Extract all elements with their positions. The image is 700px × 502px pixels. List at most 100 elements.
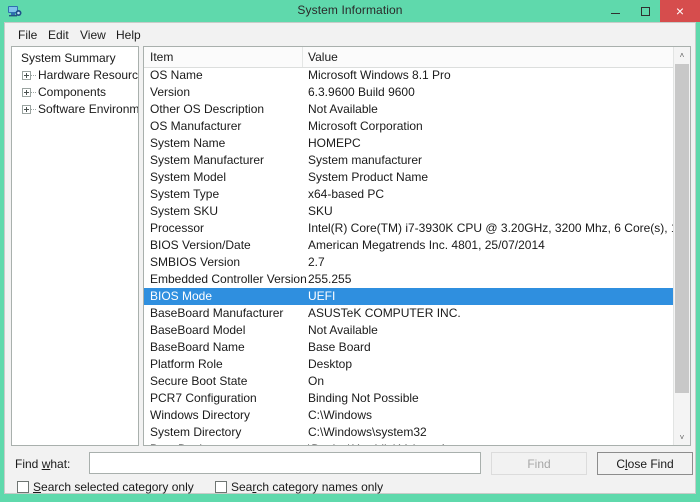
cell-item: OS Name <box>150 68 203 82</box>
table-row[interactable]: BIOS Mode UEFI <box>144 288 674 305</box>
cell-item: OS Manufacturer <box>150 119 242 133</box>
cell-item: Platform Role <box>150 357 223 371</box>
table-row[interactable]: System SKU SKU <box>144 203 674 220</box>
table-row[interactable]: Windows Directory C:\Windows <box>144 407 674 424</box>
tree-item-components[interactable]: Components <box>12 84 138 101</box>
table-row[interactable]: OS Name Microsoft Windows 8.1 Pro <box>144 67 674 84</box>
close-button[interactable]: × <box>660 0 700 22</box>
table-row[interactable]: OS Manufacturer Microsoft Corporation <box>144 118 674 135</box>
close-find-button[interactable]: Cl ose Find <box>597 452 693 475</box>
cell-item: System Manufacturer <box>150 153 265 167</box>
tree-item-label: System Summary <box>21 51 116 65</box>
checkbox-search-category-names[interactable] <box>215 481 227 493</box>
cell-value: C:\Windows <box>308 408 373 422</box>
cell-value: System manufacturer <box>308 153 423 167</box>
table-row[interactable]: Embedded Controller Version 255.255 <box>144 271 674 288</box>
find-what-label: Find what: <box>15 457 71 471</box>
details-list[interactable]: Item Value OS Name Microsoft Windows 8.1 … <box>143 46 691 446</box>
column-header-value[interactable]: Value <box>308 50 338 64</box>
cell-item: Version <box>150 85 191 99</box>
tree-item-system-summary[interactable]: System Summary <box>12 50 138 67</box>
expand-plus-icon[interactable] <box>22 88 31 97</box>
tree-item-hardware-resources[interactable]: Hardware Resources <box>12 67 138 84</box>
find-input[interactable] <box>89 452 481 474</box>
cell-item: PCR7 Configuration <box>150 391 257 405</box>
tree-connector <box>31 109 36 111</box>
cell-item: BIOS Mode <box>150 289 213 303</box>
cell-item: System Model <box>150 170 227 184</box>
cell-value: 255.255 <box>308 272 352 286</box>
cell-value: Not Available <box>308 102 378 116</box>
menu-item-edit[interactable]: Edit <box>43 27 74 43</box>
cell-value: \Device\HarddiskVolume4 <box>308 441 445 445</box>
table-row[interactable]: System Manufacturer System manufacturer <box>144 152 674 169</box>
cell-value: 2.7 <box>308 255 325 269</box>
column-header-item[interactable]: Item <box>150 50 173 64</box>
table-row[interactable]: BaseBoard Manufacturer ASUSTeK COMPUTER I… <box>144 305 674 322</box>
cell-value: Base Board <box>308 340 371 354</box>
cell-value: Microsoft Corporation <box>308 119 423 133</box>
expand-plus-icon[interactable] <box>22 105 31 114</box>
maximize-icon <box>640 6 650 16</box>
cell-value: Intel(R) Core(TM) i7-3930K CPU @ 3.20GHz… <box>308 221 690 235</box>
cell-item: Secure Boot State <box>150 374 248 388</box>
cell-item: Processor <box>150 221 205 235</box>
cell-value: x64-based PC <box>308 187 385 201</box>
scroll-down-arrow-icon[interactable]: ˅ <box>674 429 690 445</box>
tree-item-label: Components <box>38 85 107 99</box>
tree-item-label: Hardware Resources <box>38 68 139 82</box>
list-header: Item Value <box>144 47 690 68</box>
scrollbar-thumb[interactable] <box>675 64 689 393</box>
title-bar: System Information × <box>0 0 700 22</box>
cell-value: HOMEPC <box>308 136 361 150</box>
cell-value: ASUSTeK COMPUTER INC. <box>308 306 461 320</box>
label-search-selected-category[interactable]: Search selected category only <box>33 480 194 494</box>
cell-item: BaseBoard Name <box>150 340 245 354</box>
cell-value: UEFI <box>308 289 336 303</box>
cell-value: Binding Not Possible <box>308 391 419 405</box>
table-row[interactable]: Other OS Description Not Available <box>144 101 674 118</box>
cell-item: System Type <box>150 187 220 201</box>
minimize-button[interactable] <box>600 0 630 22</box>
cell-item: System Directory <box>150 425 242 439</box>
table-row[interactable]: SMBIOS Version 2.7 <box>144 254 674 271</box>
tree-item-software-environment[interactable]: Software Environment <box>12 101 138 118</box>
table-row[interactable]: BaseBoard Name Base Board <box>144 339 674 356</box>
find-button[interactable]: Find <box>491 452 587 475</box>
table-row[interactable]: PCR7 Configuration Binding Not Possible <box>144 390 674 407</box>
menu-item-view[interactable]: View <box>75 27 111 43</box>
table-row[interactable]: BIOS Version/Date American Megatrends Inc… <box>144 237 674 254</box>
menu-item-file[interactable]: File <box>13 27 42 43</box>
table-row[interactable]: Boot Device \Device\HarddiskVolume4 <box>144 441 674 445</box>
find-bar: Find what: Find Cl ose Find <box>5 451 695 479</box>
checkbox-search-selected-category[interactable] <box>17 481 29 493</box>
table-row[interactable]: System Model System Product Name <box>144 169 674 186</box>
minimize-icon <box>610 13 620 14</box>
list-rows: OS Name Microsoft Windows 8.1 Pro Version 6… <box>144 67 690 445</box>
table-row[interactable]: System Directory C:\Windows\system32 <box>144 424 674 441</box>
menu-item-help[interactable]: Help <box>111 27 146 43</box>
cell-value: On <box>308 374 325 388</box>
table-row[interactable]: Secure Boot State On <box>144 373 674 390</box>
table-row[interactable]: Processor Intel(R) Core(TM) i7-3930K CPU … <box>144 220 690 237</box>
table-row[interactable]: BaseBoard Model Not Available <box>144 322 674 339</box>
table-row[interactable]: System Type x64-based PC <box>144 186 674 203</box>
expand-plus-icon[interactable] <box>22 71 31 80</box>
cell-item: BaseBoard Manufacturer <box>150 306 284 320</box>
table-row[interactable]: Version 6.3.9600 Build 9600 <box>144 84 674 101</box>
cell-item: Other OS Description <box>150 102 265 116</box>
cell-item: System Name <box>150 136 226 150</box>
maximize-button[interactable] <box>630 0 660 22</box>
category-tree[interactable]: System Summary Hardware Resources Compon… <box>11 46 139 446</box>
list-vertical-scrollbar[interactable]: ˄ ˅ <box>673 47 690 445</box>
cell-item: Boot Device <box>150 441 215 445</box>
scroll-up-arrow-icon[interactable]: ˄ <box>674 47 690 63</box>
column-divider[interactable] <box>302 47 303 67</box>
find-options: Search selected category only Search cat… <box>5 478 695 498</box>
menu-bar: File Edit View Help <box>5 23 695 44</box>
cell-value: C:\Windows\system32 <box>308 425 427 439</box>
label-search-category-names[interactable]: Search category names only <box>231 480 383 494</box>
table-row[interactable]: Platform Role Desktop <box>144 356 674 373</box>
cell-item: BaseBoard Model <box>150 323 246 337</box>
table-row[interactable]: System Name HOMEPC <box>144 135 674 152</box>
